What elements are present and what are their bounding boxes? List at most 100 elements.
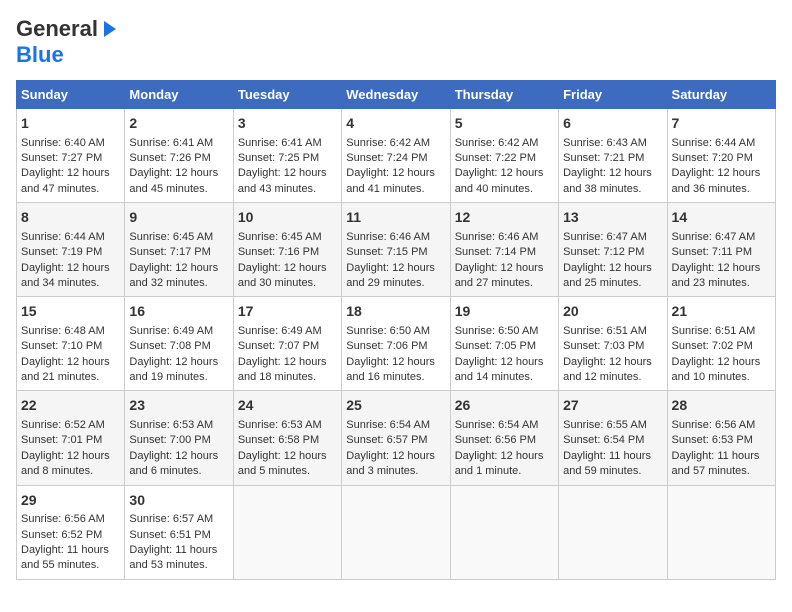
day-number: 16 [129, 302, 228, 322]
calendar-cell: 30Sunrise: 6:57 AMSunset: 6:51 PMDayligh… [125, 485, 233, 579]
calendar-cell: 28Sunrise: 6:56 AMSunset: 6:53 PMDayligh… [667, 391, 775, 485]
cell-text: Sunset: 6:53 PM [672, 433, 771, 448]
cell-text: and 21 minutes. [21, 370, 120, 385]
calendar-cell: 9Sunrise: 6:45 AMSunset: 7:17 PMDaylight… [125, 203, 233, 297]
cell-text: Daylight: 11 hours [21, 543, 120, 558]
cell-text: Sunset: 6:54 PM [563, 433, 662, 448]
calendar-cell [667, 485, 775, 579]
calendar-cell: 11Sunrise: 6:46 AMSunset: 7:15 PMDayligh… [342, 203, 450, 297]
cell-text: and 34 minutes. [21, 276, 120, 291]
day-number: 17 [238, 302, 337, 322]
cell-text: Daylight: 12 hours [129, 449, 228, 464]
cell-text: and 45 minutes. [129, 182, 228, 197]
day-number: 20 [563, 302, 662, 322]
cell-text: and 6 minutes. [129, 464, 228, 479]
calendar-header-row: SundayMondayTuesdayWednesdayThursdayFrid… [17, 81, 776, 109]
calendar-cell [342, 485, 450, 579]
day-number: 7 [672, 114, 771, 134]
cell-text: Daylight: 12 hours [238, 261, 337, 276]
cell-text: Daylight: 12 hours [129, 261, 228, 276]
logo: General Blue [16, 16, 118, 68]
cell-text: Sunrise: 6:56 AM [672, 418, 771, 433]
cell-text: Sunrise: 6:42 AM [346, 136, 445, 151]
cell-text: Sunset: 7:24 PM [346, 151, 445, 166]
day-number: 14 [672, 208, 771, 228]
day-of-week-tuesday: Tuesday [233, 81, 341, 109]
cell-text: and 14 minutes. [455, 370, 554, 385]
cell-text: and 36 minutes. [672, 182, 771, 197]
day-number: 10 [238, 208, 337, 228]
cell-text: Daylight: 12 hours [563, 166, 662, 181]
cell-text: Daylight: 12 hours [455, 166, 554, 181]
calendar-cell: 16Sunrise: 6:49 AMSunset: 7:08 PMDayligh… [125, 297, 233, 391]
cell-text: Daylight: 12 hours [21, 166, 120, 181]
cell-text: and 16 minutes. [346, 370, 445, 385]
day-number: 25 [346, 396, 445, 416]
cell-text: Sunrise: 6:40 AM [21, 136, 120, 151]
cell-text: Sunrise: 6:54 AM [346, 418, 445, 433]
cell-text: Daylight: 12 hours [346, 449, 445, 464]
cell-text: Sunrise: 6:46 AM [346, 230, 445, 245]
cell-text: Sunrise: 6:51 AM [672, 324, 771, 339]
cell-text: Daylight: 11 hours [672, 449, 771, 464]
calendar-cell: 8Sunrise: 6:44 AMSunset: 7:19 PMDaylight… [17, 203, 125, 297]
cell-text: and 40 minutes. [455, 182, 554, 197]
day-of-week-sunday: Sunday [17, 81, 125, 109]
day-number: 27 [563, 396, 662, 416]
cell-text: and 38 minutes. [563, 182, 662, 197]
cell-text: and 27 minutes. [455, 276, 554, 291]
cell-text: and 1 minute. [455, 464, 554, 479]
cell-text: Sunset: 7:06 PM [346, 339, 445, 354]
cell-text: Sunset: 7:00 PM [129, 433, 228, 448]
page-header: General Blue [16, 16, 776, 68]
cell-text: Sunset: 7:01 PM [21, 433, 120, 448]
calendar-row-4: 22Sunrise: 6:52 AMSunset: 7:01 PMDayligh… [17, 391, 776, 485]
cell-text: Sunrise: 6:49 AM [238, 324, 337, 339]
cell-text: Sunset: 7:12 PM [563, 245, 662, 260]
cell-text: Daylight: 12 hours [129, 355, 228, 370]
cell-text: Daylight: 12 hours [455, 355, 554, 370]
cell-text: Sunrise: 6:47 AM [672, 230, 771, 245]
cell-text: Sunset: 7:20 PM [672, 151, 771, 166]
cell-text: and 32 minutes. [129, 276, 228, 291]
calendar-cell: 5Sunrise: 6:42 AMSunset: 7:22 PMDaylight… [450, 109, 558, 203]
calendar-cell: 10Sunrise: 6:45 AMSunset: 7:16 PMDayligh… [233, 203, 341, 297]
day-number: 23 [129, 396, 228, 416]
cell-text: and 41 minutes. [346, 182, 445, 197]
cell-text: Daylight: 12 hours [455, 261, 554, 276]
logo-text-general: General [16, 16, 98, 42]
cell-text: Sunset: 6:51 PM [129, 528, 228, 543]
cell-text: Sunrise: 6:51 AM [563, 324, 662, 339]
cell-text: Sunrise: 6:42 AM [455, 136, 554, 151]
calendar-cell: 14Sunrise: 6:47 AMSunset: 7:11 PMDayligh… [667, 203, 775, 297]
calendar-cell: 24Sunrise: 6:53 AMSunset: 6:58 PMDayligh… [233, 391, 341, 485]
calendar-cell: 2Sunrise: 6:41 AMSunset: 7:26 PMDaylight… [125, 109, 233, 203]
calendar-row-1: 1Sunrise: 6:40 AMSunset: 7:27 PMDaylight… [17, 109, 776, 203]
cell-text: and 53 minutes. [129, 558, 228, 573]
cell-text: Sunset: 6:56 PM [455, 433, 554, 448]
calendar-cell: 29Sunrise: 6:56 AMSunset: 6:52 PMDayligh… [17, 485, 125, 579]
calendar-cell: 22Sunrise: 6:52 AMSunset: 7:01 PMDayligh… [17, 391, 125, 485]
cell-text: Daylight: 12 hours [21, 261, 120, 276]
day-number: 9 [129, 208, 228, 228]
day-of-week-monday: Monday [125, 81, 233, 109]
cell-text: Sunrise: 6:43 AM [563, 136, 662, 151]
calendar-cell [450, 485, 558, 579]
day-number: 8 [21, 208, 120, 228]
cell-text: Sunrise: 6:50 AM [455, 324, 554, 339]
calendar-cell: 19Sunrise: 6:50 AMSunset: 7:05 PMDayligh… [450, 297, 558, 391]
calendar-cell: 15Sunrise: 6:48 AMSunset: 7:10 PMDayligh… [17, 297, 125, 391]
cell-text: and 19 minutes. [129, 370, 228, 385]
day-number: 12 [455, 208, 554, 228]
cell-text: Sunset: 7:22 PM [455, 151, 554, 166]
calendar-cell: 7Sunrise: 6:44 AMSunset: 7:20 PMDaylight… [667, 109, 775, 203]
day-number: 21 [672, 302, 771, 322]
cell-text: Sunrise: 6:46 AM [455, 230, 554, 245]
cell-text: Daylight: 12 hours [238, 166, 337, 181]
cell-text: Sunrise: 6:53 AM [238, 418, 337, 433]
day-number: 3 [238, 114, 337, 134]
cell-text: and 57 minutes. [672, 464, 771, 479]
cell-text: Daylight: 12 hours [21, 449, 120, 464]
cell-text: Sunrise: 6:45 AM [238, 230, 337, 245]
cell-text: Daylight: 12 hours [238, 449, 337, 464]
